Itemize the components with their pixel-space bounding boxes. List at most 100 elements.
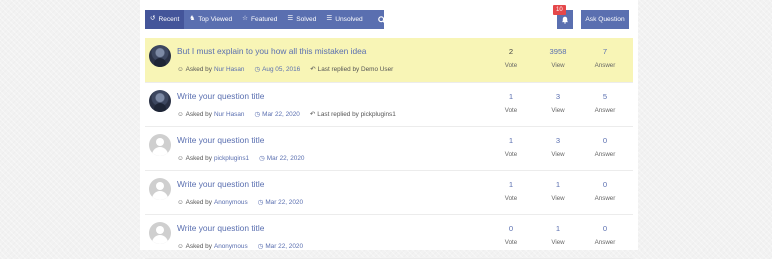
questions-panel: ↺ Recent ♞ Top Viewed ☆ Featured ☰ Solve… [140, 0, 638, 259]
view-number: 3958 [549, 47, 567, 56]
tab-top-viewed[interactable]: ♞ Top Viewed [184, 10, 237, 29]
answer-count: 5 Answer [585, 92, 625, 114]
asked-by-label: Asked by [185, 110, 212, 118]
question-row: Write your question title ☺ Asked by Nur… [145, 83, 633, 127]
avatar [149, 45, 171, 67]
view-label: View [551, 239, 565, 246]
tab-label: Top Viewed [198, 16, 233, 23]
answer-number: 0 [602, 180, 608, 189]
question-date: ◷ Mar 22, 2020 [254, 110, 300, 119]
search-button[interactable] [368, 10, 396, 29]
asked-by-label: Asked by [185, 65, 212, 73]
author-link[interactable]: Nur Hasan [214, 66, 245, 73]
question-row: Write your question title ☺ Asked by pic… [145, 127, 633, 171]
date-text: Mar 22, 2020 [262, 110, 300, 118]
view-label: View [551, 62, 565, 69]
question-meta: ☺ Asked by Anonymous ◷ Mar 22, 2020 [177, 242, 303, 251]
view-label: View [551, 195, 565, 202]
reply-icon: ↶ [310, 66, 316, 73]
tab-label: Solved [296, 16, 317, 23]
clock-icon: ◷ [257, 199, 264, 206]
answer-number: 0 [602, 136, 608, 145]
question-date: ◷ Mar 22, 2020 [259, 154, 304, 163]
question-row: Write your question title ☺ Asked by Ano… [145, 171, 633, 215]
question-title-link[interactable]: But I must explain to you how all this m… [177, 46, 366, 56]
question-title-link[interactable]: Write your question title [177, 135, 264, 145]
history-icon: ↺ [150, 15, 156, 23]
asked-by-label: Asked by [185, 242, 212, 250]
view-number: 1 [555, 180, 561, 189]
vote-count: 1 Vote [491, 180, 531, 202]
vote-number: 1 [508, 180, 514, 189]
star-icon: ☆ [242, 15, 248, 23]
question-row: But I must explain to you how all this m… [145, 38, 633, 83]
asked-by: ☺ Asked by pickplugins1 [177, 154, 249, 162]
answer-count: 0 Answer [585, 224, 625, 246]
tab-solved[interactable]: ☰ Solved [282, 10, 321, 29]
question-date: ◷ Mar 22, 2020 [258, 242, 303, 251]
asked-by: ☺ Asked by Anonymous [177, 242, 248, 250]
view-label: View [551, 107, 565, 114]
user-icon: ☺ [177, 110, 184, 118]
vote-label: Vote [504, 151, 518, 158]
last-replied-text: Last replied by pickplugins1 [317, 110, 396, 118]
filter-nav: ↺ Recent ♞ Top Viewed ☆ Featured ☰ Solve… [145, 10, 386, 29]
vote-count: 2 Vote [491, 47, 531, 69]
tab-label: Unsolved [335, 16, 363, 23]
search-icon [377, 15, 386, 24]
answer-count: 0 Answer [585, 180, 625, 202]
view-count: 3958 View [538, 47, 578, 69]
question-title-link[interactable]: Write your question title [177, 223, 264, 233]
view-count: 3 View [538, 136, 578, 158]
tab-featured[interactable]: ☆ Featured [237, 10, 282, 29]
question-meta: ☺ Asked by Nur Hasan ◷ Aug 05, 2016 ↶ La… [177, 65, 393, 74]
avatar [149, 90, 171, 112]
answer-count: 0 Answer [585, 136, 625, 158]
vote-label: Vote [504, 107, 518, 114]
author-link[interactable]: Anonymous [214, 199, 248, 206]
vote-label: Vote [504, 239, 518, 246]
tab-unsolved[interactable]: ☰ Unsolved [321, 10, 367, 29]
answer-label: Answer [594, 195, 616, 202]
reply-icon: ↶ [309, 111, 316, 118]
date-text: Mar 22, 2020 [265, 198, 304, 206]
clock-icon: ◷ [259, 155, 265, 162]
question-meta: ☺ Asked by Anonymous ◷ Mar 22, 2020 [177, 198, 304, 207]
ask-question-button[interactable]: Ask Question [581, 10, 629, 29]
author-link[interactable]: pickplugins1 [214, 155, 249, 162]
author-link[interactable]: Nur Hasan [214, 111, 245, 118]
view-number: 3 [555, 136, 561, 145]
view-label: View [551, 151, 565, 158]
asked-by-label: Asked by [185, 154, 212, 162]
vote-count: 0 Vote [491, 224, 531, 246]
answer-label: Answer [594, 151, 616, 158]
question-title-link[interactable]: Write your question title [177, 179, 264, 189]
question-date: ◷ Aug 05, 2016 [254, 65, 300, 74]
question-list: But I must explain to you how all this m… [145, 38, 633, 259]
user-icon: ☺ [177, 65, 184, 73]
tab-recent[interactable]: ↺ Recent [145, 10, 185, 29]
user-icon: ☺ [177, 198, 184, 206]
clock-icon: ◷ [254, 66, 261, 73]
asked-by: ☺ Asked by Anonymous [177, 198, 248, 206]
question-title-link[interactable]: Write your question title [177, 91, 264, 101]
clock-icon: ◷ [254, 111, 261, 118]
view-number: 3 [555, 92, 561, 101]
tab-label: Featured [251, 16, 278, 23]
vote-count: 1 Vote [491, 136, 531, 158]
question-date: ◷ Mar 22, 2020 [257, 198, 304, 207]
vote-number: 2 [508, 47, 514, 56]
answer-number: 0 [602, 224, 608, 233]
vote-number: 1 [508, 136, 514, 145]
vote-label: Vote [504, 195, 518, 202]
binoculars-icon: ♞ [189, 15, 196, 23]
avatar [149, 134, 171, 156]
author-link[interactable]: Anonymous [214, 243, 248, 250]
view-count: 1 View [538, 180, 578, 202]
last-replied: ↶ Last replied by Demo User [310, 65, 393, 74]
user-icon: ☺ [177, 242, 184, 250]
answer-label: Answer [594, 62, 616, 69]
question-meta: ☺ Asked by Nur Hasan ◷ Mar 22, 2020 ↶ La… [177, 110, 396, 119]
list-icon: ☰ [287, 15, 294, 23]
answer-label: Answer [594, 107, 616, 114]
